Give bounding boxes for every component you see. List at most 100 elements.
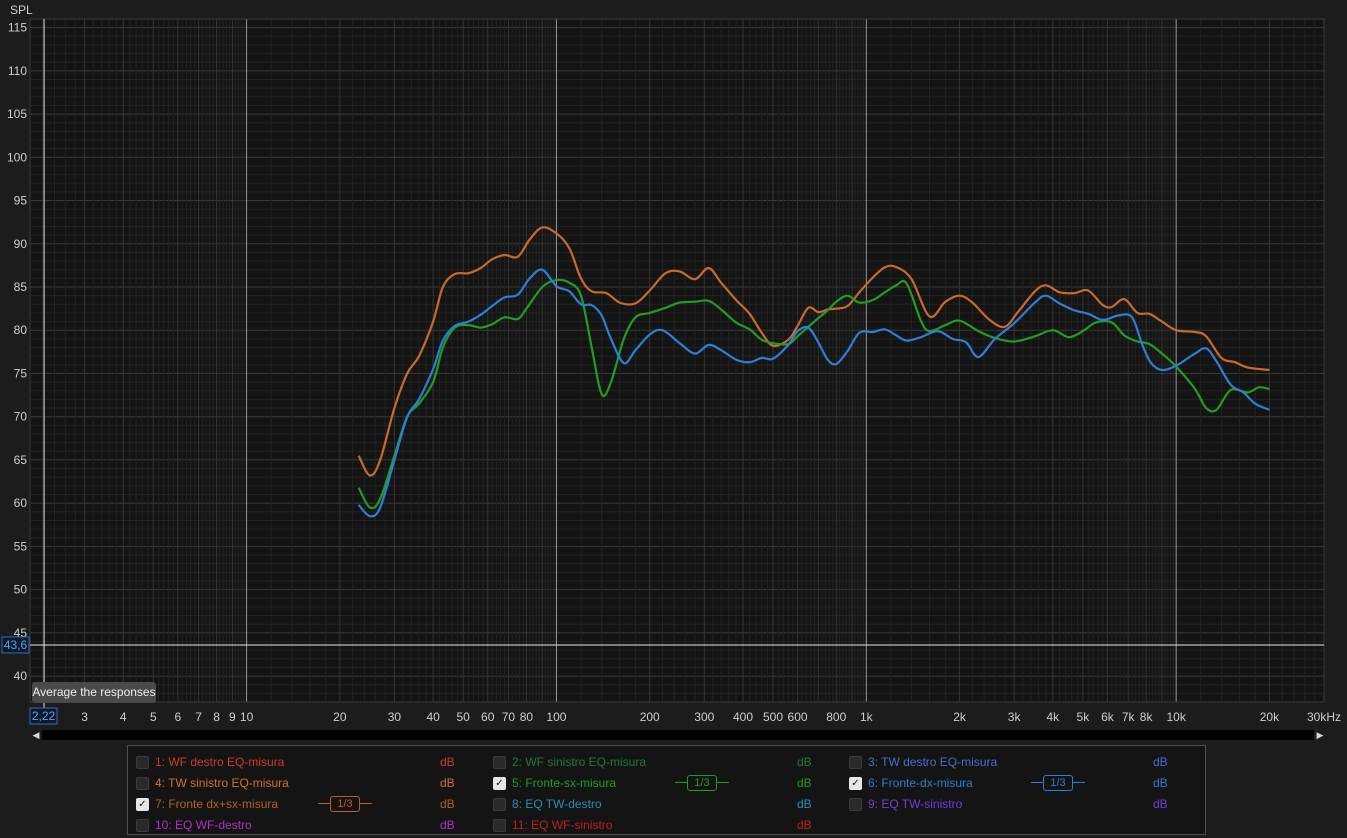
spl-chart[interactable]: 115110105100959085807570656055504540 345… [0,0,1347,745]
legend-label: 3: TW destro EQ-misura [868,755,998,769]
x-tick-label: 6k [1101,710,1115,724]
legend-label: 10: EQ WF-destro [155,818,252,832]
legend-label: 1: WF destro EQ-misura [155,755,285,769]
legend-item[interactable]: ✓ 7: Fronte dx+sx-misura 1/3 dB [136,794,476,815]
x-tick-label: 70 [502,710,516,724]
y-axis-title: SPL [10,3,33,17]
legend-unit: dB [1153,797,1168,811]
x-tick-label: 500 [763,710,783,724]
legend-item[interactable]: ✓ 5: Fronte-sx-misura 1/3 dB [493,773,833,794]
x-tick-label: 7 [195,710,202,724]
y-tick-label: 110 [8,64,27,78]
measurement-legend: 1: WF destro EQ-misura dB 2: WF sinistro E… [127,745,1206,835]
x-tick-label: 1k [860,710,874,724]
legend-label: 2: WF sinistro EQ-misura [512,755,647,769]
tooltip: Average the responses [32,682,156,703]
legend-unit: dB [440,755,455,769]
y-tick-label: 60 [14,496,28,510]
legend-unit: dB [797,776,812,790]
legend-unit: dB [1153,776,1168,790]
legend-item[interactable]: 10: EQ WF-destro dB [136,815,476,836]
legend-checkbox[interactable] [136,756,149,769]
legend-item[interactable]: 11: EQ WF-sinistro dB [493,815,833,836]
legend-item[interactable]: 4: TW sinistro EQ-misura dB [136,773,476,794]
x-tick-label: 60 [481,710,495,724]
x-tick-label: 80 [520,710,534,724]
x-tick-label: 30kHz [1307,710,1341,724]
smoothing-indicator[interactable]: 1/3 [675,774,729,792]
legend-item[interactable]: 8: EQ TW-destro dB [493,794,833,815]
x-tick-label: 30 [388,710,402,724]
y-tick-label: 40 [14,669,28,683]
legend-checkbox[interactable] [849,756,862,769]
plot-area[interactable] [30,19,1324,702]
legend-unit: dB [797,797,812,811]
legend-label: 6: Fronte-dx-misura [868,776,973,790]
y-tick-label: 85 [14,280,28,294]
x-axis: 3 4 5 6 7 8 9 10 20 30 40 50 60 70 80 100 200 300 400 500 60… [81,710,1341,724]
x-tick-label: 9 [229,710,236,724]
x-tick-label: 5 [150,710,157,724]
horizontal-scrollbar[interactable]: ◀ ▶ [30,729,1326,741]
legend-checkbox[interactable] [493,798,506,811]
x-tick-label: 200 [640,710,660,724]
scroll-track[interactable] [42,730,1314,740]
x-tick-label: 50 [456,710,470,724]
legend-label: 4: TW sinistro EQ-misura [155,776,289,790]
x-tick-label: 3 [81,710,88,724]
cursor-x-label: 2,22 [32,709,56,723]
x-tick-label: 4 [120,710,127,724]
legend-unit: dB [440,797,455,811]
legend-item[interactable]: 3: TW destro EQ-misura dB [849,752,1189,773]
y-tick-label: 80 [14,323,28,337]
legend-checkbox[interactable] [493,819,506,832]
scroll-right-icon[interactable]: ▶ [1314,729,1326,741]
x-tick-label: 300 [694,710,714,724]
legend-label: 7: Fronte dx+sx-misura [155,797,279,811]
x-tick-label: 800 [826,710,846,724]
y-tick-label: 65 [14,453,28,467]
x-tick-label: 4k [1047,710,1061,724]
x-tick-label: 3k [1008,710,1022,724]
legend-checkbox[interactable] [136,777,149,790]
smoothing-label: 1/3 [1043,775,1073,791]
y-tick-label: 105 [7,107,27,121]
legend-checkbox[interactable] [493,756,506,769]
legend-item[interactable]: 2: WF sinistro EQ-misura dB [493,752,833,773]
x-tick-label: 7k [1122,710,1136,724]
legend-checkbox[interactable]: ✓ [493,777,506,790]
legend-unit: dB [440,818,455,832]
y-tick-label: 70 [14,410,28,424]
legend-checkbox[interactable]: ✓ [849,777,862,790]
x-tick-label: 2k [953,710,967,724]
legend-label: 8: EQ TW-destro [512,797,602,811]
legend-checkbox[interactable] [136,819,149,832]
y-tick-label: 95 [14,194,28,208]
smoothing-indicator[interactable]: 1/3 [318,795,372,813]
x-tick-label: 20 [333,710,347,724]
x-tick-label: 10 [240,710,254,724]
legend-unit: dB [797,755,812,769]
x-tick-label: 6 [174,710,181,724]
smoothing-indicator[interactable]: 1/3 [1031,774,1085,792]
legend-checkbox[interactable] [849,798,862,811]
legend-item[interactable]: 1: WF destro EQ-misura dB [136,752,476,773]
y-tick-label: 75 [14,366,28,380]
cursor-y-label: 43,6 [4,638,28,652]
legend-item[interactable]: 9: EQ TW-sinistro dB [849,794,1189,815]
y-axis: 115110105100959085807570656055504540 [7,21,27,683]
smoothing-label: 1/3 [687,775,717,791]
legend-checkbox[interactable]: ✓ [136,798,149,811]
legend-unit: dB [797,818,812,832]
y-tick-label: 55 [14,539,28,553]
x-tick-label: 40 [426,710,440,724]
legend-item[interactable]: ✓ 6: Fronte-dx-misura 1/3 dB [849,773,1189,794]
legend-label: 5: Fronte-sx-misura [512,776,617,790]
y-tick-label: 50 [14,583,28,597]
x-tick-label: 5k [1077,710,1091,724]
x-tick-label: 400 [733,710,753,724]
scroll-left-icon[interactable]: ◀ [30,729,42,741]
y-tick-label: 100 [7,150,27,164]
smoothing-label: 1/3 [330,796,360,812]
legend-label: 11: EQ WF-sinistro [512,818,613,832]
